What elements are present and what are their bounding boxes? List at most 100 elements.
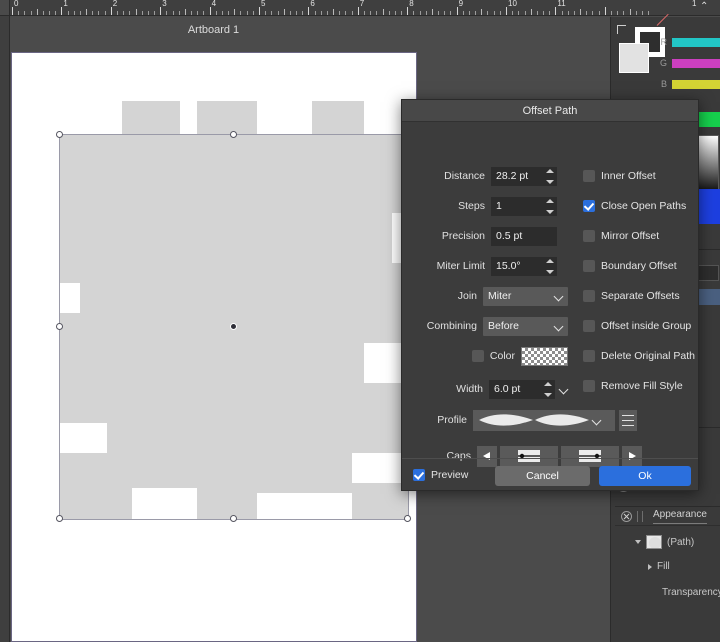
checkbox-mirror-offset[interactable]: Mirror Offset [583,228,659,244]
profile-options-icon[interactable] [619,409,637,431]
join-select[interactable]: Miter [483,286,568,306]
profile-select[interactable] [473,409,615,431]
width-dropdown-icon[interactable] [559,385,568,394]
color-channel-row[interactable]: G [655,58,720,68]
ruler-tick [147,11,149,15]
ruler-tick [444,11,446,15]
field-label: Combining [426,320,477,332]
precision-value: 0.5 pt [496,230,523,242]
channel-slider[interactable] [672,58,720,68]
horizontal-ruler[interactable]: 0 1 2 3 4 5 6 7 8 9 10 11 1 ⌃ [0,0,720,16]
checkbox-delete-original-path[interactable]: Delete Original Path [583,348,695,364]
distance-input[interactable]: 28.2 pt [491,166,557,186]
close-icon[interactable] [621,510,632,522]
ruler-tick [271,11,273,15]
field-row-profile: Profile [402,409,637,431]
color-panel[interactable]: R G B [611,13,720,112]
ruler-label: 2 [112,0,118,8]
ruler-label: 10 [508,0,517,8]
ruler-tick [203,11,205,15]
channel-slider[interactable] [672,79,720,89]
ruler-tick [283,9,285,15]
appearance-row-transparency[interactable]: Transparency [662,587,720,598]
appearance-panel[interactable]: Appearance (Path) Fill Transparency [615,506,720,642]
checkbox-icon[interactable] [583,170,595,182]
ruler-tick [246,11,248,15]
stepper-icon[interactable] [545,168,554,184]
miter-limit-input[interactable]: 15.0° [491,256,557,276]
miter-limit-value: 15.0° [496,260,521,272]
vertical-ruler[interactable] [0,16,10,642]
ruler-tick [623,11,625,15]
ruler-tick [580,9,582,15]
checkbox-icon[interactable] [583,200,595,212]
ruler-tick [382,9,384,15]
ruler-tick [425,11,427,15]
checkbox-icon[interactable] [583,380,595,392]
channel-label: R [660,37,668,47]
ruler-tick [339,11,341,15]
reset-fill-stroke-icon[interactable] [617,25,626,34]
ruler-tick [308,7,310,15]
stepper-icon[interactable] [545,258,554,274]
ruler-label: 11 [557,0,566,8]
checkbox-close-open-paths[interactable]: Close Open Paths [583,198,686,214]
checkbox-icon[interactable] [583,350,595,362]
color-channel-row[interactable]: B [655,79,720,89]
ruler-tick [499,11,501,15]
color-channel-row[interactable]: R [655,37,720,47]
ruler-tick [135,9,137,15]
checkbox-icon[interactable] [583,320,595,332]
checkbox-label: Boundary Offset [601,260,677,272]
checkbox-icon[interactable] [583,290,595,302]
dialog-titlebar[interactable]: Offset Path [402,100,698,122]
dialog-footer: Preview Cancel Ok [402,458,698,490]
checkbox-separate-offsets[interactable]: Separate Offsets [583,288,680,304]
checkbox-icon[interactable] [583,230,595,242]
checkbox-boundary-offset[interactable]: Boundary Offset [583,258,677,274]
steps-input[interactable]: 1 [491,196,557,216]
offset-path-dialog[interactable]: Offset Path Distance 28.2 pt Steps 1 Pre… [401,99,699,491]
ruler-tick [178,11,180,15]
checkbox-icon[interactable] [583,260,595,272]
stepper-icon[interactable] [545,198,554,214]
appearance-row-fill[interactable]: Fill [648,561,670,572]
ruler-tick [388,11,390,15]
field-row-precision: Precision 0.5 pt [402,226,557,246]
width-input[interactable]: 6.0 pt [489,379,555,399]
ruler-tick [240,11,242,15]
stepper-icon[interactable] [543,381,552,397]
checkbox-inner-offset[interactable]: Inner Offset [583,168,656,184]
ruler-tick [549,11,551,15]
path-thumbnail-icon [646,535,662,549]
field-label: Steps [458,200,485,212]
ruler-tick [154,11,156,15]
precision-input[interactable]: 0.5 pt [491,226,557,246]
color-checkbox[interactable] [471,350,484,362]
checkbox-preview[interactable]: Preview [413,467,468,483]
appearance-row-path[interactable]: (Path) [635,535,694,549]
ok-button[interactable]: Ok [599,466,691,486]
chevron-down-icon[interactable] [635,540,641,544]
fill-swatch[interactable] [619,43,649,73]
chevron-right-icon[interactable] [648,563,652,570]
combining-select[interactable]: Before [483,316,568,336]
checkbox-offset-inside-group[interactable]: Offset inside Group [583,318,691,334]
artboard[interactable] [11,52,417,642]
drag-grip-icon[interactable] [637,510,643,522]
cancel-button[interactable]: Cancel [495,466,590,486]
ruler-tick [166,11,168,15]
checkbox-icon[interactable] [413,469,425,481]
selected-path-artwork[interactable] [12,53,418,642]
appearance-panel-header: Appearance [615,507,720,526]
color-swatch[interactable] [521,346,568,366]
ruler-tick [197,11,199,15]
appearance-row-label: Fill [657,561,670,572]
channel-slider[interactable] [672,37,720,47]
ruler-corner[interactable] [0,0,10,15]
ruler-tick [259,7,260,15]
ruler-tick [573,11,575,15]
ruler-label: 1 [692,0,697,8]
checkbox-remove-fill-style[interactable]: Remove Fill Style [583,378,683,394]
ruler-tick [116,11,118,15]
